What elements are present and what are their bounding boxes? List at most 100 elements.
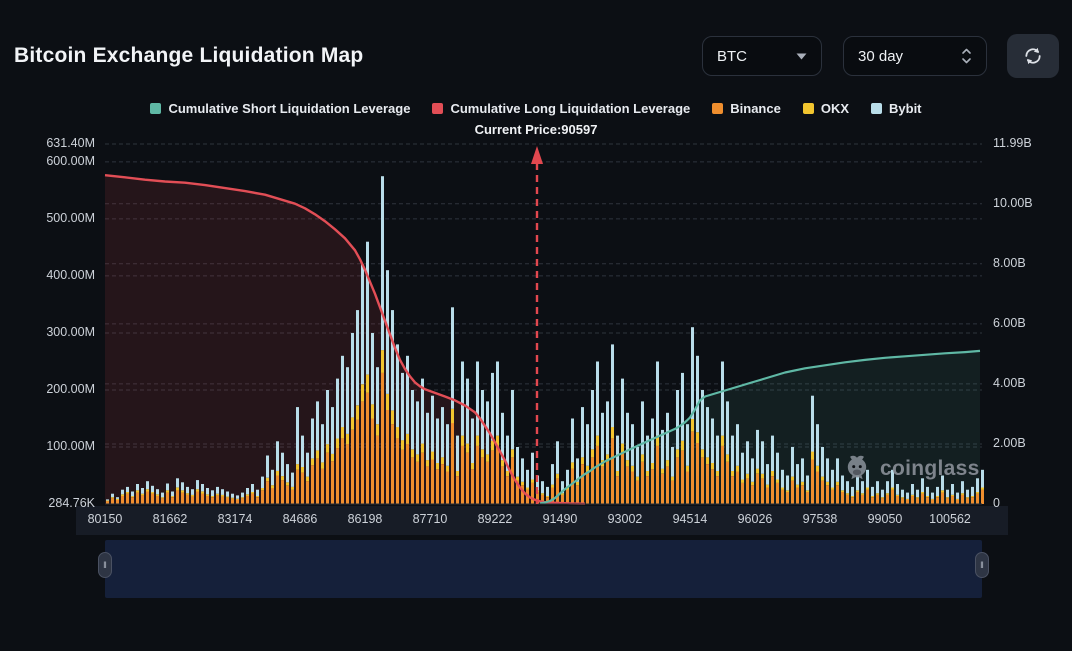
binance-bar bbox=[496, 445, 499, 504]
bybit-bar bbox=[736, 424, 739, 466]
x-axis-tick: 87710 bbox=[412, 512, 448, 526]
bybit-bar bbox=[166, 483, 169, 491]
okx-bar bbox=[501, 460, 504, 467]
binance-bar bbox=[176, 490, 179, 504]
okx-bar bbox=[721, 435, 724, 446]
x-axis-tick: 83174 bbox=[217, 512, 253, 526]
binance-bar bbox=[596, 445, 599, 504]
bybit-bar bbox=[181, 482, 184, 491]
bybit-bar bbox=[826, 458, 829, 482]
right-axis-tick: 2.00B bbox=[993, 435, 1026, 450]
okx-bar bbox=[676, 449, 679, 458]
binance-bar bbox=[776, 482, 779, 504]
bybit-bar bbox=[606, 401, 609, 455]
bybit-bar bbox=[316, 401, 319, 451]
bybit-bar bbox=[686, 424, 689, 466]
okx-bar bbox=[411, 449, 414, 458]
left-axis-tick: 284.76K bbox=[48, 495, 95, 510]
coinglass-watermark-text: coinglass bbox=[880, 457, 980, 480]
bybit-bar bbox=[476, 361, 479, 436]
bybit-bar bbox=[441, 407, 444, 458]
datazoom-left-handle[interactable]: ‖ bbox=[98, 552, 112, 578]
binance-bar bbox=[591, 457, 594, 504]
bybit-bar bbox=[711, 418, 714, 463]
binance-bar bbox=[256, 497, 259, 504]
binance-bar bbox=[916, 498, 919, 504]
bybit-bar bbox=[821, 447, 824, 477]
okx-bar bbox=[426, 460, 429, 467]
datazoom-right-handle[interactable]: ‖ bbox=[975, 552, 989, 578]
bybit-bar bbox=[746, 441, 749, 474]
binance-bar bbox=[451, 423, 454, 504]
okx-bar bbox=[861, 493, 864, 495]
bybit-bar bbox=[336, 378, 339, 439]
bybit-bar bbox=[751, 458, 754, 482]
binance-bar bbox=[556, 478, 559, 504]
bybit-bar bbox=[306, 452, 309, 477]
bybit-bar bbox=[221, 489, 224, 495]
x-axis-tick: 99050 bbox=[867, 512, 903, 526]
okx-bar bbox=[481, 449, 484, 458]
binance-bar bbox=[351, 429, 354, 504]
bybit-bar bbox=[901, 489, 904, 498]
binance-bar bbox=[966, 498, 969, 504]
okx-bar bbox=[286, 482, 289, 486]
binance-bar bbox=[251, 493, 254, 504]
binance-bar bbox=[981, 489, 984, 504]
okx-bar bbox=[576, 481, 579, 486]
bybit-bar bbox=[311, 418, 314, 459]
bybit-bar bbox=[376, 367, 379, 425]
okx-bar bbox=[876, 493, 879, 495]
okx-bar bbox=[926, 496, 929, 498]
datazoom-slider[interactable] bbox=[105, 540, 982, 598]
okx-bar bbox=[556, 473, 559, 479]
binance-bar bbox=[491, 450, 494, 504]
okx-bar bbox=[821, 476, 824, 481]
binance-bar bbox=[411, 457, 414, 504]
okx-bar bbox=[641, 454, 644, 462]
okx-bar bbox=[681, 440, 684, 451]
okx-bar bbox=[796, 484, 799, 488]
binance-bar bbox=[476, 445, 479, 504]
okx-bar bbox=[826, 481, 829, 486]
bybit-bar bbox=[261, 476, 264, 488]
binance-bar bbox=[391, 424, 394, 504]
binance-bar bbox=[196, 491, 199, 504]
okx-bar bbox=[521, 481, 524, 486]
binance-bar bbox=[201, 493, 204, 504]
bybit-bar bbox=[726, 401, 729, 455]
bybit-bar bbox=[671, 447, 674, 477]
bybit-bar bbox=[446, 424, 449, 466]
okx-bar bbox=[476, 435, 479, 446]
okx-bar bbox=[936, 496, 939, 498]
okx-bar bbox=[146, 489, 149, 492]
bybit-bar bbox=[526, 469, 529, 488]
bybit-bar bbox=[326, 390, 329, 445]
bybit-bar bbox=[771, 435, 774, 471]
bybit-bar bbox=[416, 401, 419, 455]
bybit-bar bbox=[916, 489, 919, 498]
okx-bar bbox=[366, 374, 369, 393]
okx-bar bbox=[446, 465, 449, 472]
binance-bar bbox=[321, 468, 324, 504]
okx-bar bbox=[746, 473, 749, 479]
okx-bar bbox=[541, 493, 544, 495]
binance-bar bbox=[166, 492, 169, 504]
binance-bar bbox=[501, 466, 504, 504]
binance-bar bbox=[931, 499, 934, 504]
binance-bar bbox=[141, 495, 144, 504]
okx-bar bbox=[471, 462, 474, 470]
binance-bar bbox=[326, 452, 329, 504]
binance-bar bbox=[311, 465, 314, 504]
binance-bar bbox=[901, 498, 904, 504]
okx-bar bbox=[951, 494, 954, 496]
okx-bar bbox=[336, 438, 339, 449]
x-axis-tick: 84686 bbox=[282, 512, 318, 526]
binance-bar bbox=[156, 496, 159, 504]
bybit-bar bbox=[786, 475, 789, 491]
okx-bar bbox=[846, 493, 849, 495]
x-axis-tick: 96026 bbox=[737, 512, 773, 526]
bybit-bar bbox=[371, 333, 374, 405]
bybit-bar bbox=[871, 486, 874, 496]
binance-bar bbox=[646, 476, 649, 504]
